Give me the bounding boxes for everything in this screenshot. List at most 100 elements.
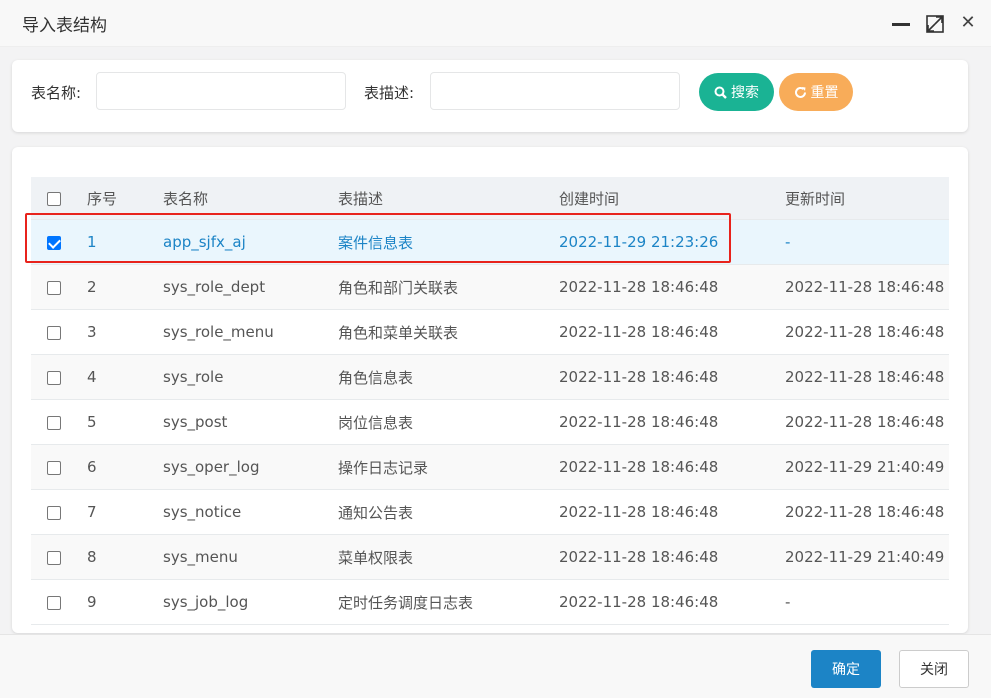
table-list: 序号 表名称 表描述 创建时间 更新时间 1 app_sjfx_aj 案件信息表 20… (31, 177, 949, 625)
row-checkbox[interactable] (47, 415, 61, 430)
row-table-name: sys_oper_log (153, 444, 328, 490)
row-table-name: sys_role (153, 354, 328, 400)
table-row[interactable]: 7 sys_notice 通知公告表 2022-11-28 18:46:48 2022-… (31, 489, 949, 535)
row-no: 7 (77, 489, 153, 535)
table-name-input[interactable] (96, 72, 346, 110)
row-table-desc: 通知公告表 (328, 489, 549, 535)
header-created[interactable]: 创建时间 (549, 177, 775, 220)
row-updated: 2022-11-28 18:46:48 (775, 264, 949, 310)
row-no: 5 (77, 399, 153, 445)
row-no: 2 (77, 264, 153, 310)
row-checkbox-cell (31, 444, 77, 490)
row-checkbox-cell (31, 264, 77, 310)
row-created: 2022-11-29 21:23:26 (549, 219, 775, 265)
dialog-footer: 确定 关闭 (0, 634, 991, 698)
header-table-desc[interactable]: 表描述 (328, 177, 549, 220)
row-table-name: sys_role_menu (153, 309, 328, 355)
row-no: 6 (77, 444, 153, 490)
row-updated: - (775, 579, 949, 625)
header-updated[interactable]: 更新时间 (775, 177, 949, 220)
dialog-title: 导入表结构 (22, 16, 107, 36)
row-checkbox[interactable] (47, 370, 61, 385)
refresh-icon (794, 86, 806, 98)
row-no: 3 (77, 309, 153, 355)
row-checkbox-cell (31, 309, 77, 355)
row-created: 2022-11-28 18:46:48 (549, 399, 775, 445)
row-checkbox[interactable] (47, 280, 61, 295)
search-panel: 表名称: 表描述: 搜索 重置 (12, 60, 968, 132)
minimize-icon[interactable] (892, 14, 912, 34)
row-created: 2022-11-28 18:46:48 (549, 309, 775, 355)
row-created: 2022-11-28 18:46:48 (549, 579, 775, 625)
table-desc-label: 表描述: (364, 84, 415, 102)
row-no: 1 (77, 219, 153, 265)
row-table-desc: 岗位信息表 (328, 399, 549, 445)
table-header-row: 序号 表名称 表描述 创建时间 更新时间 (31, 177, 949, 220)
row-checkbox[interactable] (47, 550, 61, 565)
header-no[interactable]: 序号 (77, 177, 153, 220)
table-row[interactable]: 2 sys_role_dept 角色和部门关联表 2022-11-28 18:46:4… (31, 264, 949, 310)
row-table-desc: 角色和菜单关联表 (328, 309, 549, 355)
close-icon[interactable]: ✕ (958, 13, 978, 33)
row-table-desc: 定时任务调度日志表 (328, 579, 549, 625)
row-table-name: sys_job_log (153, 579, 328, 625)
table-row[interactable]: 1 app_sjfx_aj 案件信息表 2022-11-29 21:23:26- (31, 219, 949, 265)
table-row[interactable]: 6 sys_oper_log 操作日志记录 2022-11-28 18:46:48 20… (31, 444, 949, 490)
row-updated: 2022-11-28 18:46:48 (775, 489, 949, 535)
table-panel: 序号 表名称 表描述 创建时间 更新时间 1 app_sjfx_aj 案件信息表 20… (12, 147, 968, 633)
table-row[interactable]: 8 sys_menu 菜单权限表 2022-11-28 18:46:48 2022-11… (31, 534, 949, 580)
row-updated: 2022-11-28 18:46:48 (775, 399, 949, 445)
row-updated: 2022-11-28 18:46:48 (775, 309, 949, 355)
row-updated: 2022-11-28 18:46:48 (775, 354, 949, 400)
row-checkbox[interactable] (47, 505, 61, 520)
row-created: 2022-11-28 18:46:48 (549, 264, 775, 310)
table-name-label: 表名称: (31, 84, 82, 102)
row-no: 9 (77, 579, 153, 625)
header-table-name[interactable]: 表名称 (153, 177, 328, 220)
row-no: 8 (77, 534, 153, 580)
row-checkbox-cell (31, 579, 77, 625)
row-checkbox[interactable] (47, 325, 61, 340)
table-row[interactable]: 4 sys_role 角色信息表 2022-11-28 18:46:48 2022-11… (31, 354, 949, 400)
row-checkbox[interactable] (47, 235, 61, 250)
row-checkbox-cell (31, 399, 77, 445)
search-icon (714, 86, 727, 99)
row-created: 2022-11-28 18:46:48 (549, 354, 775, 400)
search-button-label: 搜索 (731, 85, 759, 101)
row-created: 2022-11-28 18:46:48 (549, 444, 775, 490)
row-table-desc: 操作日志记录 (328, 444, 549, 490)
row-updated: 2022-11-29 21:40:49 (775, 534, 949, 580)
row-no: 4 (77, 354, 153, 400)
row-created: 2022-11-28 18:46:48 (549, 489, 775, 535)
row-table-desc: 菜单权限表 (328, 534, 549, 580)
table-row[interactable]: 9 sys_job_log 定时任务调度日志表 2022-11-28 18:46:48… (31, 579, 949, 625)
row-checkbox-cell (31, 354, 77, 400)
table-row[interactable]: 3 sys_role_menu 角色和菜单关联表 2022-11-28 18:46:4… (31, 309, 949, 355)
select-all-cell (31, 177, 77, 220)
row-updated: - (775, 219, 949, 265)
maximize-icon[interactable] (926, 15, 946, 35)
dialog-titlebar: 导入表结构 ✕ (0, 0, 991, 47)
row-created: 2022-11-28 18:46:48 (549, 534, 775, 580)
select-all-checkbox[interactable] (47, 191, 61, 206)
close-button[interactable]: 关闭 (899, 650, 969, 688)
row-table-name: sys_notice (153, 489, 328, 535)
table-desc-input[interactable] (430, 72, 680, 110)
row-checkbox-cell (31, 534, 77, 580)
row-table-desc: 角色和部门关联表 (328, 264, 549, 310)
row-table-name: sys_role_dept (153, 264, 328, 310)
row-checkbox[interactable] (47, 460, 61, 475)
row-checkbox[interactable] (47, 595, 61, 610)
row-table-desc: 角色信息表 (328, 354, 549, 400)
row-table-name: app_sjfx_aj (153, 219, 328, 265)
confirm-button[interactable]: 确定 (811, 650, 881, 688)
row-table-name: sys_post (153, 399, 328, 445)
row-table-desc: 案件信息表 (328, 219, 549, 265)
reset-button[interactable]: 重置 (779, 73, 853, 111)
row-checkbox-cell (31, 489, 77, 535)
row-updated: 2022-11-29 21:40:49 (775, 444, 949, 490)
table-row[interactable]: 5 sys_post 岗位信息表 2022-11-28 18:46:48 2022-11… (31, 399, 949, 445)
row-table-name: sys_menu (153, 534, 328, 580)
reset-button-label: 重置 (810, 85, 839, 101)
search-button[interactable]: 搜索 (699, 73, 774, 111)
